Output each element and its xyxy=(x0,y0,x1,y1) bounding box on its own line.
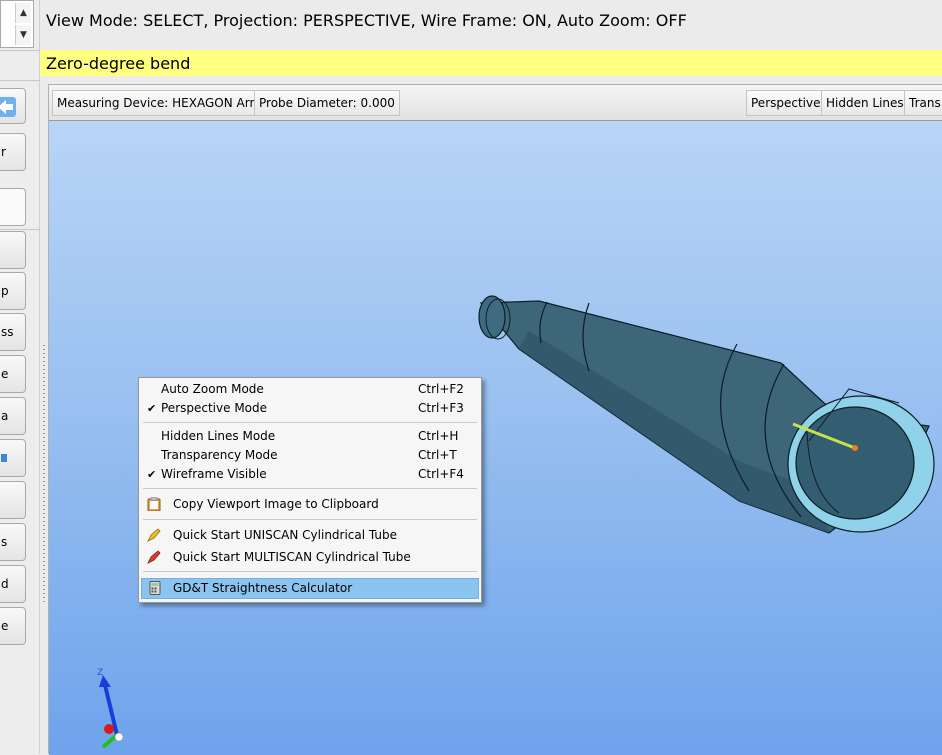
spin-control[interactable]: ▲ ▼ xyxy=(0,0,34,48)
back-button[interactable] xyxy=(0,88,26,124)
menu-item-label: Quick Start MULTISCAN Cylindrical Tube xyxy=(173,550,411,564)
menu-separator xyxy=(143,571,477,572)
menu-item-shortcut: Ctrl+F2 xyxy=(418,382,464,396)
spin-up-icon[interactable]: ▲ xyxy=(15,3,31,23)
menu-item-multiscan[interactable]: Quick Start MULTISCAN Cylindrical Tube xyxy=(141,548,479,567)
viewport-context-menu: Auto Zoom Mode Ctrl+F2 ✔ Perspective Mod… xyxy=(138,377,482,603)
divider xyxy=(0,229,40,230)
menu-item-gdt-straightness[interactable]: GD&T Straightness Calculator xyxy=(141,578,479,599)
menu-item-transparency[interactable]: Transparency Mode Ctrl+T xyxy=(141,446,479,465)
divider xyxy=(0,80,40,81)
strip-button-label: r xyxy=(1,145,6,159)
strip-button-blank[interactable] xyxy=(0,481,26,519)
red-probe-icon xyxy=(147,550,161,564)
yellow-probe-icon xyxy=(147,528,161,542)
back-arrow-icon xyxy=(0,97,16,117)
axis-triad: Z xyxy=(97,668,124,749)
strip-button-blank[interactable] xyxy=(0,231,26,269)
menu-item-label: Quick Start UNISCAN Cylindrical Tube xyxy=(173,528,398,542)
transparency-button[interactable]: Trans xyxy=(904,90,942,116)
menu-separator xyxy=(143,422,477,423)
menu-item-label: GD&T Straightness Calculator xyxy=(173,581,353,595)
menu-item-shortcut: Ctrl+T xyxy=(418,448,457,462)
menu-item-label: Auto Zoom Mode xyxy=(161,382,264,396)
menu-item-label: Copy Viewport Image to Clipboard xyxy=(173,497,379,511)
menu-item-label: Perspective Mode xyxy=(161,401,268,415)
menu-item-wireframe[interactable]: ✔ Wireframe Visible Ctrl+F4 xyxy=(141,465,479,484)
hidden-lines-button[interactable]: Hidden Lines xyxy=(821,90,909,116)
checkmark-icon: ✔ xyxy=(147,402,157,415)
clipboard-icon xyxy=(147,497,161,511)
menu-item-shortcut: Ctrl+F3 xyxy=(418,401,464,415)
menu-item-copy-viewport[interactable]: Copy Viewport Image to Clipboard xyxy=(141,495,479,514)
menu-item-label: Hidden Lines Mode xyxy=(161,429,276,443)
menu-separator xyxy=(143,488,477,489)
left-panel-strip: ▲ ▼ r p ss e a s d e xyxy=(0,0,40,754)
part-title-bar: Zero-degree bend xyxy=(40,50,942,76)
menu-item-label: Wireframe Visible xyxy=(161,467,267,481)
menu-item-auto-zoom[interactable]: Auto Zoom Mode Ctrl+F2 xyxy=(141,380,479,399)
strip-button-ss[interactable]: ss xyxy=(0,313,26,351)
menu-item-hidden-lines[interactable]: Hidden Lines Mode Ctrl+H xyxy=(141,427,479,446)
calculator-icon xyxy=(149,581,161,595)
strip-button-e[interactable]: e xyxy=(0,355,26,393)
menu-separator xyxy=(143,519,477,520)
menu-item-label: Transparency Mode xyxy=(161,448,278,462)
strip-button-label: d xyxy=(1,577,9,591)
measuring-device-label: Measuring Device: HEXAGON Arm xyxy=(52,90,267,116)
strip-button-label: s xyxy=(1,535,8,549)
view-mode-status: View Mode: SELECT, Projection: PERSPECTI… xyxy=(46,11,687,30)
strip-button-label: e xyxy=(1,367,9,381)
part-title: Zero-degree bend xyxy=(46,54,191,73)
splitter-grip[interactable] xyxy=(43,345,45,605)
strip-button-label: p xyxy=(1,284,9,298)
strip-button-label: ss xyxy=(1,325,14,339)
strip-button-r[interactable]: r xyxy=(0,133,26,171)
perspective-button[interactable]: Perspective xyxy=(746,90,826,116)
strip-button-s[interactable]: s xyxy=(0,523,26,561)
blue-shape-icon xyxy=(1,454,7,462)
z-axis-label: Z xyxy=(97,668,103,678)
spin-down-icon[interactable]: ▼ xyxy=(15,25,31,45)
probe-diameter-label: Probe Diameter: 0.000 xyxy=(254,90,400,116)
strip-button-d[interactable]: d xyxy=(0,565,26,603)
status-bar: View Mode: SELECT, Projection: PERSPECTI… xyxy=(40,0,942,50)
strip-button-a[interactable]: a xyxy=(0,397,26,435)
menu-item-shortcut: Ctrl+H xyxy=(418,429,459,443)
strip-button-label: a xyxy=(1,409,9,423)
menu-item-shortcut: Ctrl+F4 xyxy=(418,467,464,481)
divider xyxy=(0,50,40,51)
strip-field[interactable] xyxy=(0,188,26,226)
viewport-toolbar: Measuring Device: HEXAGON Arm Probe Diam… xyxy=(49,85,942,121)
checkmark-icon: ✔ xyxy=(147,468,157,481)
strip-button-icon[interactable] xyxy=(0,439,26,477)
menu-item-perspective[interactable]: ✔ Perspective Mode Ctrl+F3 xyxy=(141,399,479,418)
strip-button-e2[interactable]: e xyxy=(0,607,26,645)
strip-button-label: e xyxy=(1,619,9,633)
menu-item-uniscan[interactable]: Quick Start UNISCAN Cylindrical Tube xyxy=(141,526,479,545)
strip-button-p[interactable]: p xyxy=(0,272,26,310)
